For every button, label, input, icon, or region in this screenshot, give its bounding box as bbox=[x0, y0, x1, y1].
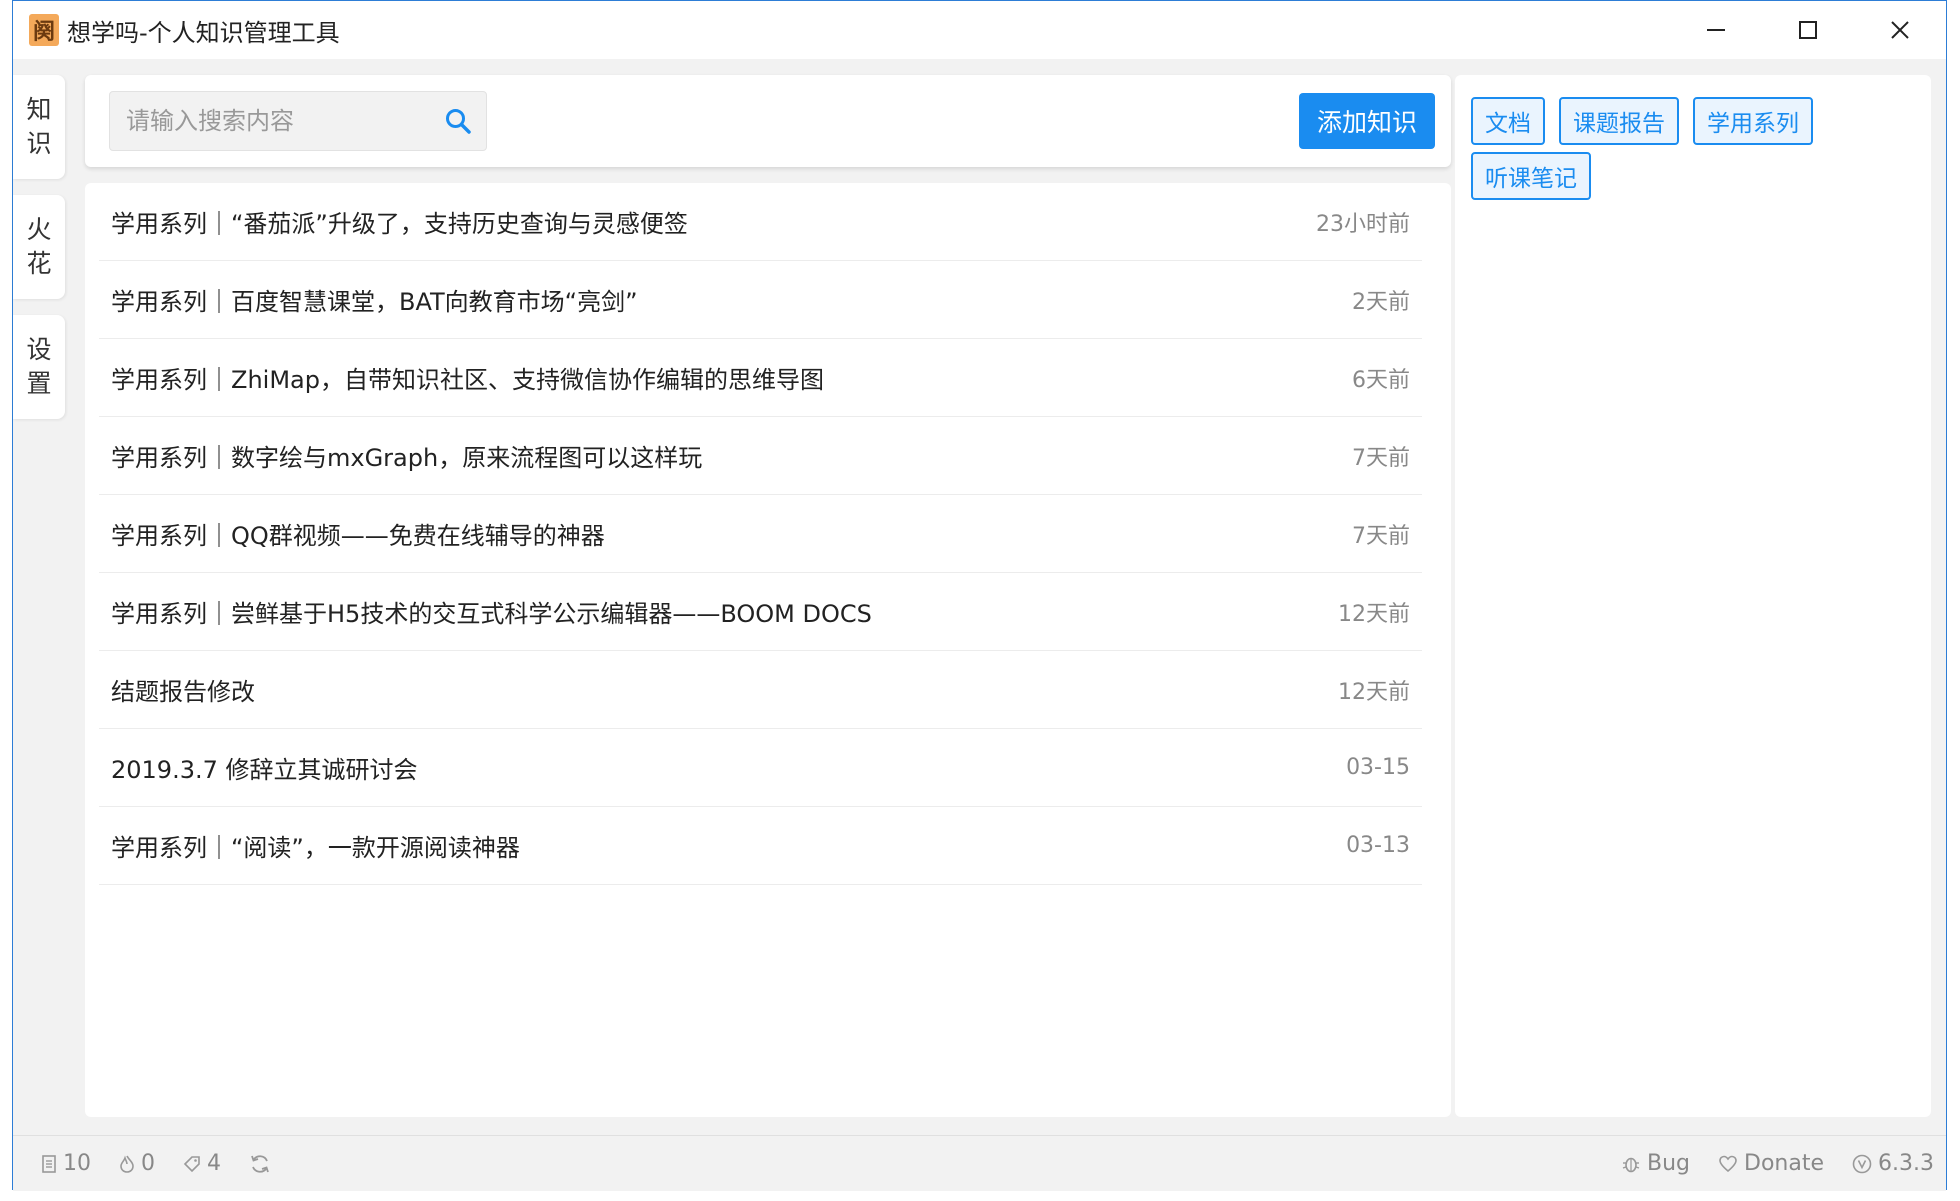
search-input[interactable] bbox=[110, 106, 430, 136]
nav-tab-knowledge[interactable]: 知识 bbox=[13, 75, 65, 179]
item-title: 2019.3.7 修辞立其诚研讨会 bbox=[111, 756, 418, 784]
left-nav: 知识 火花 设置 bbox=[13, 75, 65, 435]
window-controls bbox=[1670, 1, 1946, 59]
nav-tab-label: 火 bbox=[26, 215, 52, 244]
doc-count-value: 10 bbox=[63, 1151, 91, 1176]
close-icon bbox=[1891, 21, 1909, 39]
status-left: 10 0 4 bbox=[41, 1151, 305, 1176]
tag-project-report[interactable]: 课题报告 bbox=[1559, 97, 1679, 145]
donate-label: Donate bbox=[1744, 1151, 1825, 1176]
list-item[interactable]: 学用系列｜百度智慧课堂，BAT向教育市场“亮剑” 2天前 bbox=[99, 261, 1422, 339]
tag-list: 文档 课题报告 学用系列 听课笔记 bbox=[1471, 97, 1911, 207]
flame-icon bbox=[120, 1154, 134, 1173]
list-item[interactable]: 学用系列｜QQ群视频——免费在线辅导的神器 7天前 bbox=[99, 495, 1422, 573]
list-item[interactable]: 学用系列｜“阅读”，一款开源阅读神器 03-13 bbox=[99, 807, 1422, 885]
search-panel: 添加知识 bbox=[85, 75, 1451, 167]
version-icon bbox=[1852, 1154, 1872, 1173]
item-title: 学用系列｜百度智慧课堂，BAT向教育市场“亮剑” bbox=[111, 288, 638, 316]
close-button[interactable] bbox=[1854, 1, 1946, 59]
item-time: 2天前 bbox=[1352, 289, 1410, 315]
item-title: 学用系列｜“阅读”，一款开源阅读神器 bbox=[111, 834, 520, 862]
document-icon bbox=[42, 1154, 56, 1173]
spark-count-value: 0 bbox=[141, 1151, 155, 1176]
bug-icon bbox=[1622, 1157, 1640, 1172]
item-title: 学用系列｜数字绘与mxGraph，原来流程图可以这样玩 bbox=[111, 444, 703, 472]
item-title: 学用系列｜ZhiMap，自带知识社区、支持微信协作编辑的思维导图 bbox=[111, 366, 824, 394]
knowledge-list: 学用系列｜“番茄派”升级了，支持历史查询与灵感便签 23小时前 学用系列｜百度智… bbox=[99, 183, 1422, 885]
knowledge-list-panel: 学用系列｜“番茄派”升级了，支持历史查询与灵感便签 23小时前 学用系列｜百度智… bbox=[85, 183, 1451, 1117]
nav-tab-settings[interactable]: 设置 bbox=[13, 315, 65, 419]
nav-tab-spark[interactable]: 火花 bbox=[13, 195, 65, 299]
item-time: 6天前 bbox=[1352, 367, 1410, 393]
bug-link[interactable]: Bug bbox=[1621, 1151, 1690, 1176]
item-time: 7天前 bbox=[1352, 445, 1410, 471]
item-time: 12天前 bbox=[1338, 679, 1410, 705]
maximize-button[interactable] bbox=[1762, 1, 1854, 59]
list-item[interactable]: 学用系列｜ZhiMap，自带知识社区、支持微信协作编辑的思维导图 6天前 bbox=[99, 339, 1422, 417]
version-info[interactable]: 6.3.3 bbox=[1852, 1151, 1934, 1176]
item-time: 23小时前 bbox=[1316, 211, 1410, 237]
title-bar[interactable]: 阕 想学吗-个人知识管理工具 bbox=[13, 1, 1946, 59]
item-time: 12天前 bbox=[1338, 601, 1410, 627]
list-item[interactable]: 结题报告修改 12天前 bbox=[99, 651, 1422, 729]
nav-tab-label: 置 bbox=[26, 369, 52, 398]
search-box bbox=[109, 91, 487, 151]
tag-study-series[interactable]: 学用系列 bbox=[1693, 97, 1813, 145]
spark-count[interactable]: 0 bbox=[119, 1151, 155, 1176]
item-title: 学用系列｜“番茄派”升级了，支持历史查询与灵感便签 bbox=[111, 210, 688, 238]
tag-panel: 文档 课题报告 学用系列 听课笔记 bbox=[1455, 75, 1931, 1117]
donate-link[interactable]: Donate bbox=[1718, 1151, 1824, 1176]
nav-tab-label: 花 bbox=[26, 249, 52, 278]
tag-count-value: 4 bbox=[207, 1151, 221, 1176]
item-time: 03-13 bbox=[1346, 833, 1410, 858]
add-knowledge-button[interactable]: 添加知识 bbox=[1299, 93, 1435, 149]
app-logo-icon: 阕 bbox=[29, 14, 59, 46]
sync-icon bbox=[251, 1154, 269, 1173]
nav-tab-label: 识 bbox=[26, 129, 52, 158]
list-item[interactable]: 学用系列｜“番茄派”升级了，支持历史查询与灵感便签 23小时前 bbox=[99, 183, 1422, 261]
tag-icon bbox=[183, 1155, 200, 1172]
item-title: 结题报告修改 bbox=[111, 678, 255, 706]
item-time: 7天前 bbox=[1352, 523, 1410, 549]
tag-docs[interactable]: 文档 bbox=[1471, 97, 1545, 145]
nav-tab-label: 知 bbox=[26, 95, 52, 124]
minimize-icon bbox=[1707, 29, 1725, 31]
heart-icon bbox=[1719, 1155, 1737, 1172]
tag-count[interactable]: 4 bbox=[183, 1151, 221, 1176]
nav-tab-label: 设 bbox=[26, 335, 52, 364]
item-title: 学用系列｜尝鲜基于H5技术的交互式科学公示编辑器——BOOM DOCS bbox=[111, 600, 872, 628]
maximize-icon bbox=[1799, 21, 1817, 39]
list-item[interactable]: 学用系列｜数字绘与mxGraph，原来流程图可以这样玩 7天前 bbox=[99, 417, 1422, 495]
doc-count[interactable]: 10 bbox=[41, 1151, 91, 1176]
search-icon[interactable] bbox=[430, 93, 486, 149]
list-item[interactable]: 学用系列｜尝鲜基于H5技术的交互式科学公示编辑器——BOOM DOCS 12天前 bbox=[99, 573, 1422, 651]
version-value: 6.3.3 bbox=[1878, 1151, 1934, 1176]
list-item[interactable]: 2019.3.7 修辞立其诚研讨会 03-15 bbox=[99, 729, 1422, 807]
app-window: 阕 想学吗-个人知识管理工具 知识 火花 设置 请输入搜索内容 添加知识 学用系… bbox=[12, 0, 1947, 1191]
sync-button[interactable] bbox=[249, 1153, 277, 1175]
bug-label: Bug bbox=[1647, 1151, 1691, 1176]
tag-lecture-notes[interactable]: 听课笔记 bbox=[1471, 152, 1591, 200]
status-right: Bug Donate 6.3.3 bbox=[1593, 1151, 1934, 1176]
window-title: 想学吗-个人知识管理工具 bbox=[67, 18, 340, 47]
item-time: 03-15 bbox=[1346, 755, 1410, 780]
item-title: 学用系列｜QQ群视频——免费在线辅导的神器 bbox=[111, 522, 605, 550]
status-bar: 10 0 4 Bug Donate 6.3.3 bbox=[13, 1135, 1946, 1191]
minimize-button[interactable] bbox=[1670, 1, 1762, 59]
